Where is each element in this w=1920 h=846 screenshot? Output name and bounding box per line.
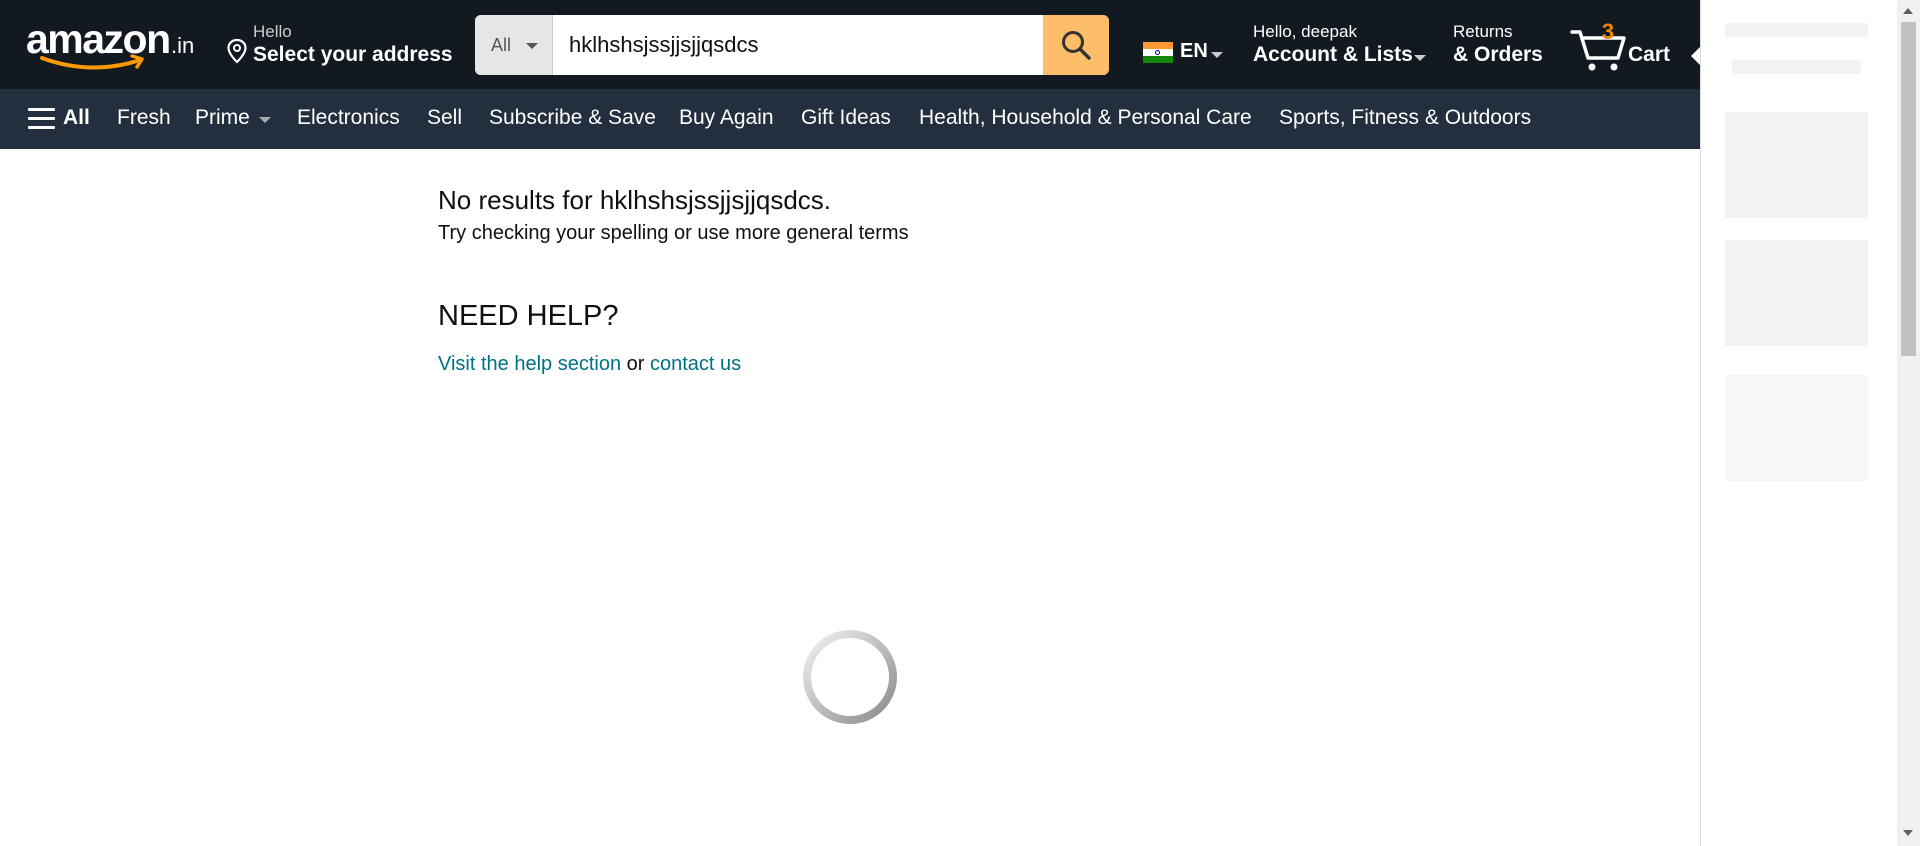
scroll-down-arrow-icon[interactable] bbox=[1903, 830, 1913, 836]
search-button[interactable] bbox=[1043, 15, 1109, 75]
logo-suffix: .in bbox=[171, 33, 195, 58]
account-lists-label: Account & Lists bbox=[1253, 43, 1413, 66]
nav-link-electronics[interactable]: Electronics bbox=[297, 106, 400, 130]
panel-pointer bbox=[1691, 47, 1700, 65]
no-results-title: No results for hklhshsjssjjsjjqsdcs. bbox=[438, 185, 832, 215]
india-flag-icon bbox=[1143, 42, 1173, 63]
vertical-scrollbar[interactable] bbox=[1897, 0, 1920, 846]
caret-down-icon bbox=[526, 43, 538, 49]
smile-arrow-icon bbox=[40, 54, 144, 70]
search-input[interactable] bbox=[553, 15, 1037, 75]
cart-button[interactable]: 3 Cart bbox=[1570, 16, 1670, 76]
search-category-label: All bbox=[491, 35, 512, 55]
cart-count-badge: 3 bbox=[1601, 19, 1615, 44]
need-help-heading: NEED HELP? bbox=[438, 300, 619, 332]
help-links: Visit the help section or contact us bbox=[438, 353, 741, 376]
nav-link-health-household[interactable]: Health, Household & Personal Care bbox=[919, 106, 1252, 130]
contact-us-link[interactable]: contact us bbox=[650, 353, 741, 375]
nav-link-prime[interactable]: Prime bbox=[195, 106, 250, 130]
location-greeting: Hello bbox=[253, 22, 292, 41]
scroll-up-arrow-icon[interactable] bbox=[1903, 8, 1913, 14]
search-icon bbox=[1062, 31, 1091, 60]
skeleton-line bbox=[1725, 23, 1868, 37]
skeleton-item bbox=[1725, 375, 1868, 481]
skeleton-item bbox=[1725, 112, 1868, 218]
language-code: EN bbox=[1180, 40, 1208, 62]
account-greeting: Hello, deepak bbox=[1253, 22, 1357, 41]
orders-label: & Orders bbox=[1453, 43, 1543, 66]
page: amazon .in Hello Select your address All bbox=[0, 0, 1920, 846]
caret-down-icon bbox=[259, 117, 271, 123]
location-pin-icon bbox=[227, 38, 247, 64]
all-menu-label: All bbox=[63, 106, 90, 129]
caret-down-icon bbox=[1211, 52, 1223, 58]
search-bar: All bbox=[475, 15, 1109, 75]
nav-link-sports-fitness[interactable]: Sports, Fitness & Outdoors bbox=[1279, 106, 1531, 130]
search-category-dropdown[interactable]: All bbox=[475, 15, 553, 75]
top-header: amazon .in Hello Select your address All bbox=[0, 0, 1700, 89]
returns-label: Returns bbox=[1453, 22, 1513, 41]
main-nav: All Fresh Prime Electronics Sell Subscri… bbox=[0, 89, 1700, 149]
no-results-suggestion: Try checking your spelling or use more g… bbox=[438, 222, 909, 244]
nav-link-fresh[interactable]: Fresh bbox=[117, 106, 171, 130]
cart-label: Cart bbox=[1628, 43, 1671, 66]
loading-spinner-icon bbox=[803, 630, 897, 724]
amazon-logo[interactable]: amazon .in bbox=[26, 14, 206, 74]
caret-down-icon bbox=[1414, 55, 1426, 61]
nav-link-subscribe-save[interactable]: Subscribe & Save bbox=[489, 106, 656, 130]
skeleton-line bbox=[1732, 60, 1861, 74]
scroll-thumb[interactable] bbox=[1901, 22, 1916, 356]
skeleton-item bbox=[1725, 240, 1868, 346]
help-section-link[interactable]: Visit the help section bbox=[438, 353, 621, 375]
or-text: or bbox=[626, 353, 645, 375]
nav-link-gift-ideas[interactable]: Gift Ideas bbox=[801, 106, 891, 130]
select-address-label: Select your address bbox=[253, 43, 453, 66]
cart-side-panel bbox=[1700, 0, 1897, 846]
nav-link-buy-again[interactable]: Buy Again bbox=[679, 106, 774, 130]
hamburger-icon bbox=[28, 108, 55, 130]
nav-link-sell[interactable]: Sell bbox=[427, 106, 462, 130]
